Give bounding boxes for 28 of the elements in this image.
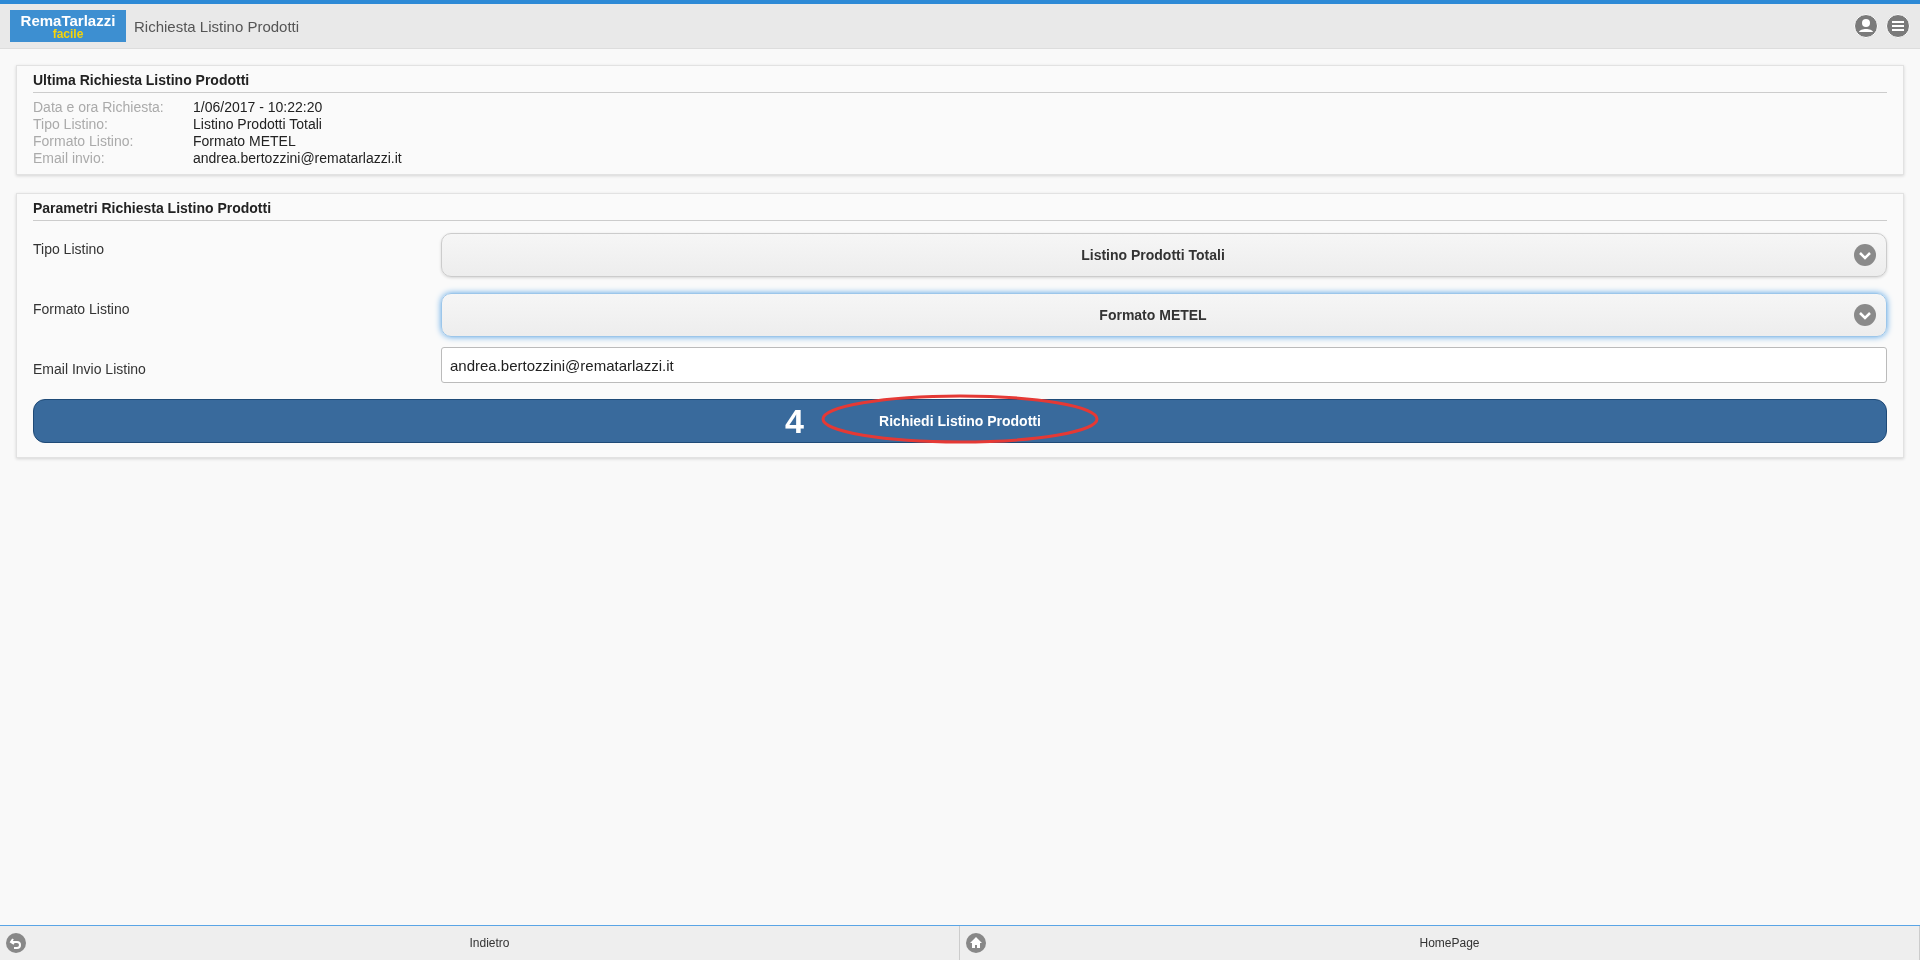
logo-tagline: facile: [52, 27, 84, 40]
info-value: Listino Prodotti Totali: [193, 116, 323, 133]
select-field[interactable]: Formato METEL: [441, 293, 1887, 337]
email-input[interactable]: andrea.bertozzini@rematarlazzi.it: [441, 347, 1887, 383]
field-label: Email Invio Listino: [33, 360, 147, 377]
user-icon[interactable]: [1854, 14, 1878, 38]
footer-tab[interactable]: HomePage: [960, 926, 1920, 960]
field-label: Formato Listino: [33, 300, 131, 317]
card-title: Parametri Richiesta Listino Prodotti: [33, 200, 1887, 221]
info-value: Formato METEL: [193, 133, 297, 150]
info-label: Email invio:: [33, 150, 106, 167]
home-icon: [966, 933, 986, 953]
info-value: 1/06/2017 - 10:22:20: [193, 99, 324, 116]
card-title: Ultima Richiesta Listino Prodotti: [33, 72, 1887, 93]
step-number: 4: [785, 401, 804, 441]
select-field[interactable]: Listino Prodotti Totali: [441, 233, 1887, 277]
menu-icon[interactable]: [1886, 14, 1910, 38]
logo-brand: RemaTarlazzi: [20, 12, 116, 28]
footer-tab[interactable]: Indietro: [0, 926, 960, 960]
chevron-down-icon: [1854, 244, 1876, 266]
info-label: Formato Listino:: [33, 133, 135, 150]
chevron-down-icon: [1854, 304, 1876, 326]
info-label: Data e ora Richiesta:: [33, 99, 165, 116]
field-label: Tipo Listino: [33, 240, 106, 257]
info-value: andrea.bertozzini@rematarlazzi.it: [193, 150, 403, 167]
info-label: Tipo Listino:: [33, 116, 109, 133]
page-title: Richiesta Listino Prodotti: [134, 17, 301, 35]
back-icon: [6, 933, 26, 953]
